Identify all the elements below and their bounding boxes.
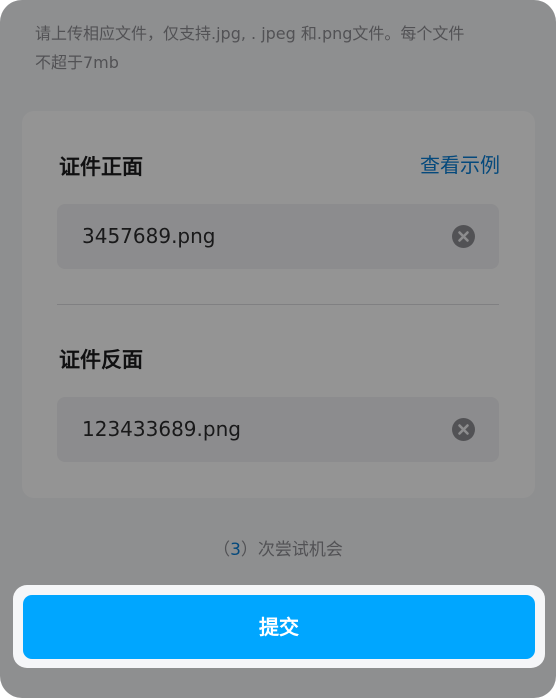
submit-highlight: 提交 [13,585,545,668]
upload-screen: 请上传相应文件，仅支持.jpg, . jpeg 和.png文件。每个文件 不超于… [0,0,556,698]
submit-button[interactable]: 提交 [23,595,535,659]
